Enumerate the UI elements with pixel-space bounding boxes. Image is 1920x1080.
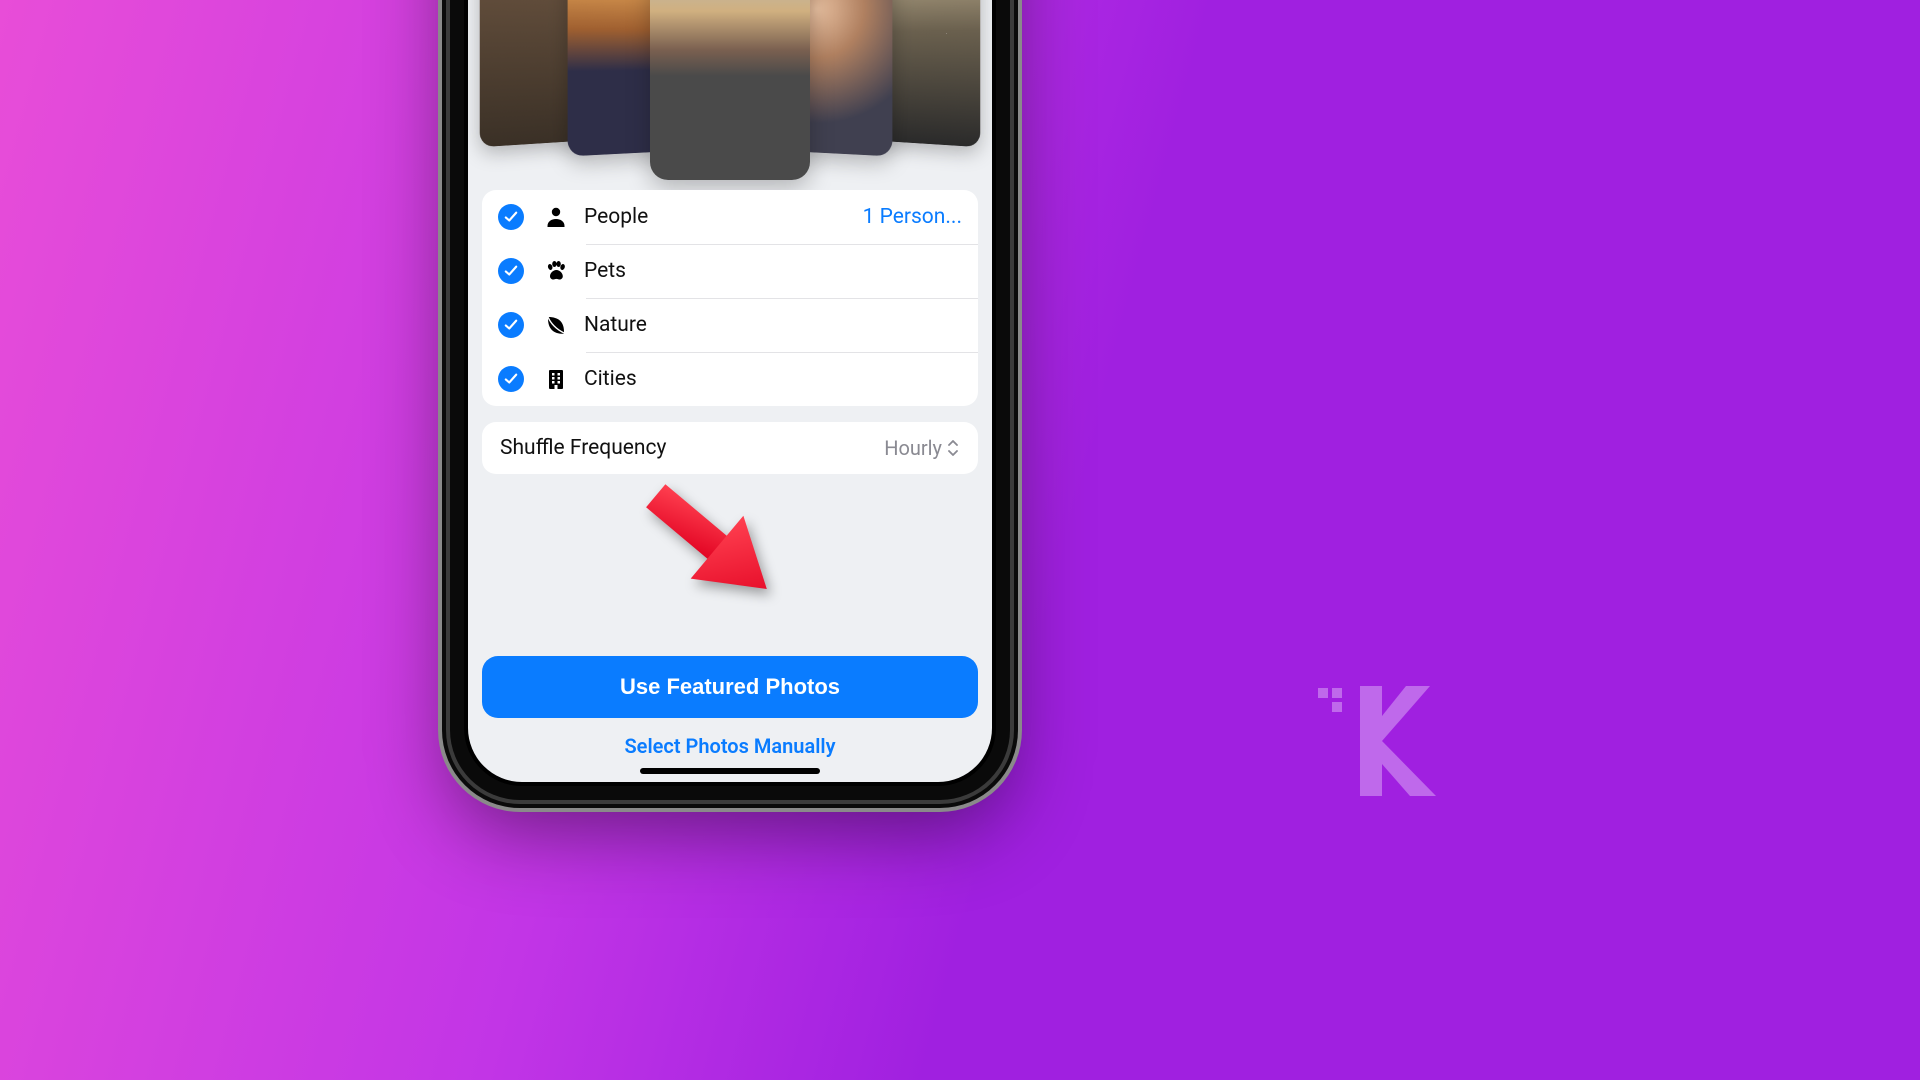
- use-featured-photos-button[interactable]: Use Featured Photos: [482, 656, 978, 718]
- category-detail[interactable]: 1 Person...: [863, 205, 962, 229]
- watermark-k-icon: [1318, 686, 1438, 796]
- home-indicator[interactable]: [640, 768, 820, 774]
- category-label: People: [584, 205, 863, 229]
- updown-chevron-icon: [946, 439, 960, 457]
- shuffle-card[interactable]: Shuffle Frequency Hourly: [482, 422, 978, 474]
- leaf-icon: [542, 311, 570, 339]
- checkmark-icon[interactable]: [498, 366, 524, 392]
- content-area: People 1 Person...: [482, 190, 978, 490]
- building-icon: [542, 365, 570, 393]
- checkmark-icon[interactable]: [498, 258, 524, 284]
- checkmark-icon[interactable]: [498, 312, 524, 338]
- paw-icon: [542, 257, 570, 285]
- thumbnail: [650, 0, 810, 180]
- featured-thumbnails: [468, 0, 992, 180]
- phone-frame: People 1 Person...: [450, 0, 1010, 800]
- category-row-people[interactable]: People 1 Person...: [482, 190, 978, 244]
- category-row-pets[interactable]: Pets: [482, 244, 978, 298]
- categories-card: People 1 Person...: [482, 190, 978, 406]
- phone-bezel: People 1 Person...: [464, 0, 996, 786]
- screen: People 1 Person...: [468, 0, 992, 782]
- select-photos-manually-link[interactable]: Select Photos Manually: [482, 734, 978, 758]
- category-row-cities[interactable]: Cities: [482, 352, 978, 406]
- shuffle-value-text: Hourly: [884, 436, 942, 460]
- checkmark-icon[interactable]: [498, 204, 524, 230]
- bottom-actions: Use Featured Photos Select Photos Manual…: [482, 656, 978, 758]
- category-label: Cities: [584, 367, 962, 391]
- category-label: Nature: [584, 313, 962, 337]
- person-icon: [542, 203, 570, 231]
- shuffle-frequency-label: Shuffle Frequency: [500, 436, 666, 460]
- shuffle-frequency-value[interactable]: Hourly: [884, 436, 960, 460]
- category-row-nature[interactable]: Nature: [482, 298, 978, 352]
- category-label: Pets: [584, 259, 962, 283]
